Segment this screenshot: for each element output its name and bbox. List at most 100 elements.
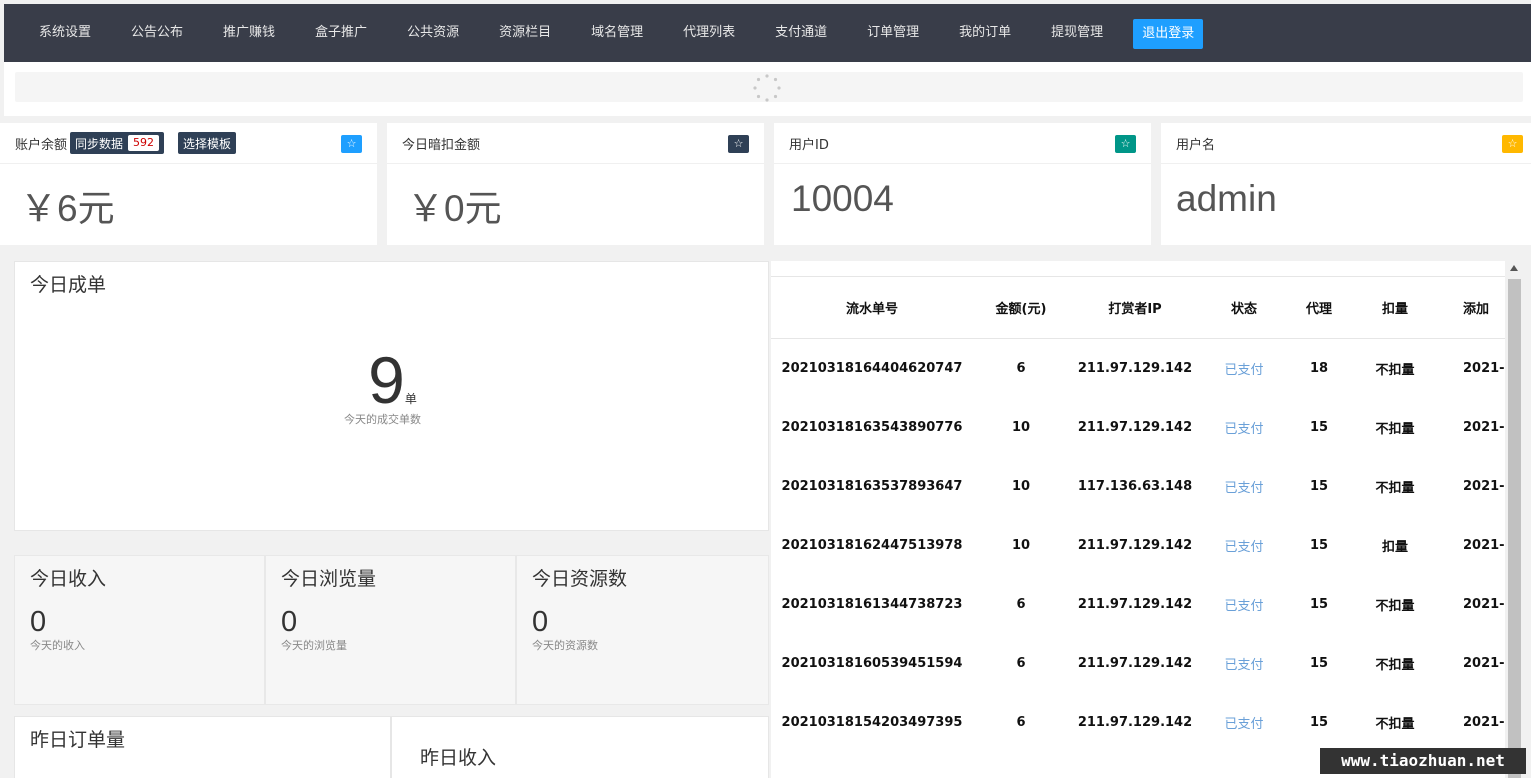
username-label: 用户名 (1176, 137, 1216, 153)
yesterday-income-panel: 昨日收入 (391, 716, 769, 778)
star-icon: ☆ (1115, 135, 1136, 153)
cell-status: 已支付 (1224, 362, 1264, 378)
userid-value: 10004 (791, 178, 894, 219)
cell-added: 2021-0 (1463, 655, 1505, 671)
stat-title: 今日浏览量 (281, 568, 377, 590)
cell-ip: 211.97.129.142 (1077, 655, 1193, 671)
cell-serial: 20210318162447513978 (781, 537, 963, 553)
cell-status: 已支付 (1224, 539, 1264, 555)
cell-deduct: 不扣量 (1375, 421, 1415, 437)
cell-added: 2021-0 (1463, 478, 1505, 494)
nav-withdrawal-management[interactable]: 提现管理 (1031, 4, 1123, 62)
deduct-label: 今日暗扣金额 (402, 137, 481, 153)
cell-serial: 20210318161344738723 (781, 596, 963, 612)
col-agent: 代理 (1287, 276, 1351, 339)
cell-agent: 15 (1309, 714, 1329, 730)
cell-agent: 18 (1309, 360, 1329, 376)
top-navigation: 系统设置 公告公布 推广赚钱 盒子推广 公共资源 资源栏目 域名管理 代理列表 … (4, 4, 1531, 62)
stat-value: 0 (281, 606, 298, 638)
cell-amount: 10 (1011, 419, 1031, 435)
col-added: 添加 (1439, 276, 1505, 339)
table-row: 20210318164404620747 6 211.97.129.142 已支付 18… (771, 339, 1505, 398)
orders-today-unit: 单 (404, 392, 417, 406)
username-card: 用户名 ☆ admin (1161, 123, 1531, 245)
nav-promote-earn[interactable]: 推广赚钱 (203, 4, 295, 62)
nav-payment-channels[interactable]: 支付通道 (755, 4, 847, 62)
stat-card-views: 今日浏览量 0 今天的浏览量 (265, 555, 516, 705)
cell-agent: 15 (1309, 537, 1329, 553)
balance-card: 账户余额 同步数据 592 选择模板 ☆ ￥6元 (0, 123, 377, 245)
balance-label: 账户余额 (15, 137, 68, 153)
nav-agent-list[interactable]: 代理列表 (663, 4, 755, 62)
col-ip: 打赏者IP (1069, 276, 1201, 339)
username-value: admin (1176, 178, 1277, 219)
nav-system-settings[interactable]: 系统设置 (19, 4, 111, 62)
stat-card-income: 今日收入 0 今天的收入 (14, 555, 265, 705)
yesterday-orders-title: 昨日订单量 (30, 729, 126, 751)
cell-deduct: 不扣量 (1375, 716, 1415, 732)
cell-amount: 6 (1016, 714, 1026, 730)
watermark: www.tiaozhuan.net (1320, 748, 1526, 774)
col-amount: 金额(元) (973, 276, 1069, 339)
select-template-button[interactable]: 选择模板 (178, 132, 237, 154)
nav-my-orders[interactable]: 我的订单 (939, 4, 1031, 62)
cell-status: 已支付 (1224, 598, 1264, 614)
cell-amount: 6 (1016, 655, 1026, 671)
cell-ip: 211.97.129.142 (1077, 714, 1193, 730)
nav-box-promote[interactable]: 盒子推广 (295, 4, 387, 62)
sync-data-button[interactable]: 同步数据 592 (70, 132, 165, 154)
scroll-thumb[interactable] (1508, 279, 1521, 778)
cell-ip: 211.97.129.142 (1077, 537, 1193, 553)
orders-table-container: 流水单号 金额(元) 打赏者IP 状态 代理 扣量 添加 20210318164… (771, 261, 1505, 778)
nav-resource-columns[interactable]: 资源栏目 (479, 4, 571, 62)
cell-ip: 117.136.63.148 (1077, 478, 1193, 494)
cell-serial: 20210318163543890776 (781, 419, 963, 435)
orders-table: 流水单号 金额(元) 打赏者IP 状态 代理 扣量 添加 20210318164… (771, 276, 1505, 752)
logout-button[interactable]: 退出登录 (1133, 19, 1204, 49)
cell-deduct: 不扣量 (1375, 598, 1415, 614)
nav-public-resources[interactable]: 公共资源 (387, 4, 479, 62)
cell-ip: 211.97.129.142 (1077, 419, 1193, 435)
table-row: 20210318160539451594 6 211.97.129.142 已支付 15… (771, 634, 1505, 693)
star-icon: ☆ (1502, 135, 1523, 153)
nav-domain-management[interactable]: 域名管理 (571, 4, 663, 62)
yesterday-orders-panel: 昨日订单量 (14, 716, 391, 778)
stat-value: 0 (30, 606, 47, 638)
col-status: 状态 (1201, 276, 1287, 339)
cell-agent: 15 (1309, 596, 1329, 612)
stat-desc: 今天的浏览量 (281, 639, 347, 652)
cell-added: 2021-0 (1463, 714, 1505, 730)
cell-status: 已支付 (1224, 480, 1264, 496)
cell-ip: 211.97.129.142 (1077, 360, 1193, 376)
cell-agent: 15 (1309, 478, 1329, 494)
cell-ip: 211.97.129.142 (1077, 596, 1193, 612)
cell-status: 已支付 (1224, 716, 1264, 732)
col-deduct: 扣量 (1351, 276, 1439, 339)
nav-order-management[interactable]: 订单管理 (847, 4, 939, 62)
sync-count: 592 (128, 135, 160, 151)
cell-added: 2021-0 (1463, 537, 1505, 553)
nav-announcements[interactable]: 公告公布 (111, 4, 203, 62)
deduct-value: ￥0元 (407, 188, 502, 229)
yesterday-income-title: 昨日收入 (420, 747, 497, 769)
stat-desc: 今天的资源数 (532, 639, 598, 652)
scroll-up-icon[interactable] (1510, 265, 1518, 271)
cell-serial: 20210318160539451594 (781, 655, 963, 671)
balance-value: ￥6元 (20, 188, 115, 229)
stat-value: 0 (532, 606, 549, 638)
cell-agent: 15 (1309, 655, 1329, 671)
stat-card-resources: 今日资源数 0 今天的资源数 (516, 555, 769, 705)
table-row: 20210318154203497395 6 211.97.129.142 已支付 15… (771, 693, 1505, 752)
cell-serial: 20210318164404620747 (781, 360, 963, 376)
cell-added: 2021-0 (1463, 596, 1505, 612)
table-row: 20210318162447513978 10 211.97.129.142 已支付 1… (771, 516, 1505, 575)
table-scrollbar[interactable] (1506, 261, 1523, 778)
userid-card: 用户ID ☆ 10004 (774, 123, 1151, 245)
stat-title: 今日资源数 (532, 568, 628, 590)
cell-deduct: 不扣量 (1375, 657, 1415, 673)
table-row: 20210318161344738723 6 211.97.129.142 已支付 15… (771, 575, 1505, 634)
orders-today-value: 9 (368, 343, 405, 417)
stat-title: 今日收入 (30, 568, 107, 590)
deduct-card: 今日暗扣金额 ☆ ￥0元 (387, 123, 764, 245)
cell-serial: 20210318163537893647 (781, 478, 963, 494)
